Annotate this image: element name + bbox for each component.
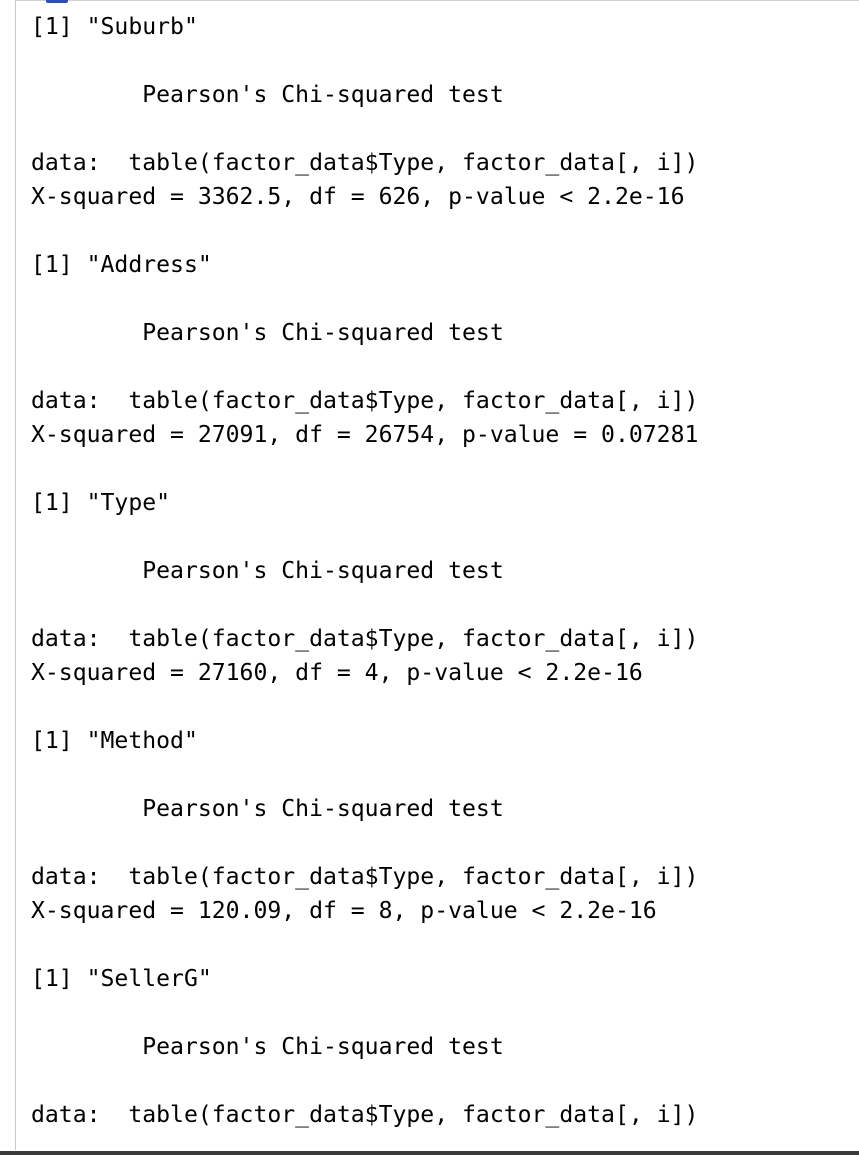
console-line: Pearson's Chi-squared test bbox=[31, 320, 504, 346]
console-line: data: table(factor_data$Type, factor_dat… bbox=[31, 388, 699, 414]
console-line: data: table(factor_data$Type, factor_dat… bbox=[31, 864, 699, 890]
console-line: [1] "SellerG" bbox=[31, 966, 212, 992]
console-line: Pearson's Chi-squared test bbox=[31, 558, 504, 584]
console-line: [1] "Address" bbox=[31, 252, 212, 278]
console-line: X-squared = 3362.5, df = 626, p-value < … bbox=[31, 184, 685, 210]
console-line: [1] "Method" bbox=[31, 728, 198, 754]
console-line: [1] "Suburb" bbox=[31, 14, 198, 40]
clipped-prompt-glyph bbox=[46, 0, 68, 4]
console-line: X-squared = 120.09, df = 8, p-value < 2.… bbox=[31, 898, 657, 924]
console-bottom-border bbox=[0, 1151, 859, 1155]
console-pane[interactable]: [1] "Suburb" Pearson's Chi-squared test d… bbox=[0, 0, 859, 1155]
console-line: [1] "Type" bbox=[31, 490, 171, 516]
console-line: data: table(factor_data$Type, factor_dat… bbox=[31, 1102, 699, 1128]
console-line: data: table(factor_data$Type, factor_dat… bbox=[31, 626, 699, 652]
console-line: Pearson's Chi-squared test bbox=[31, 1034, 504, 1060]
console-line: X-squared = 27160, df = 4, p-value < 2.2… bbox=[31, 660, 643, 686]
console-top-border bbox=[15, 0, 859, 1]
console-line: X-squared = 27091, df = 26754, p-value =… bbox=[31, 422, 699, 448]
console-left-border bbox=[15, 0, 16, 1150]
console-line: Pearson's Chi-squared test bbox=[31, 82, 504, 108]
console-line: Pearson's Chi-squared test bbox=[31, 796, 504, 822]
console-output: [1] "Suburb" Pearson's Chi-squared test d… bbox=[31, 10, 698, 1132]
console-line: data: table(factor_data$Type, factor_dat… bbox=[31, 150, 699, 176]
